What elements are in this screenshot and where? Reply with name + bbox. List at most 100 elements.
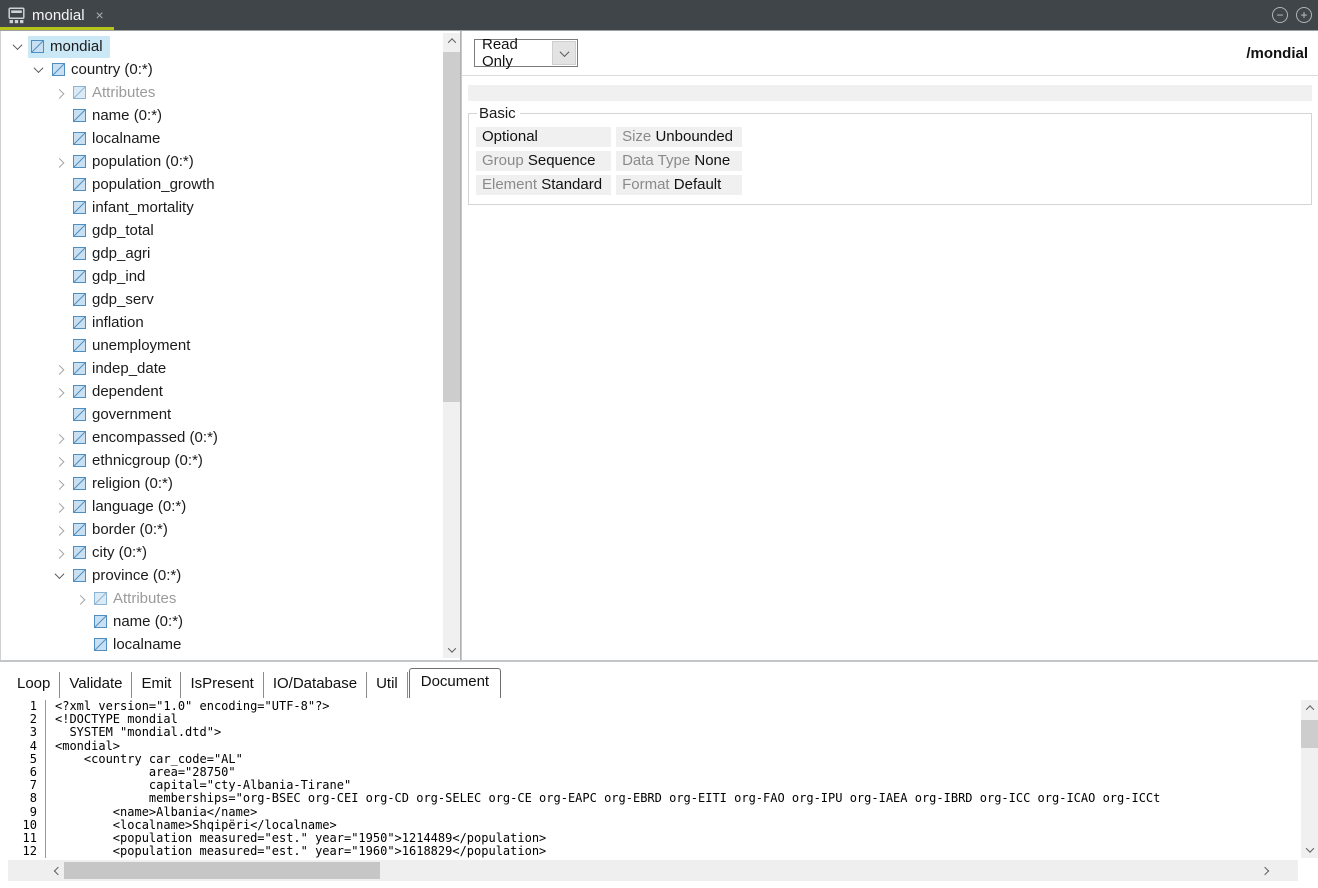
tree-item-indep_date[interactable]: indep_date	[1, 357, 442, 380]
chevron-right-icon[interactable]	[51, 384, 67, 400]
chevron-right-icon[interactable]	[51, 453, 67, 469]
tree-item-religion-0[interactable]: religion (0:*)	[1, 472, 442, 495]
field-optional[interactable]: Optional	[476, 127, 611, 147]
tab-validate[interactable]: Validate	[60, 672, 132, 698]
tree-item-body[interactable]: government	[70, 404, 178, 426]
tree-item-gdp_total[interactable]: gdp_total	[1, 219, 442, 242]
tree-item-body[interactable]: gdp_serv	[70, 289, 161, 311]
tree-item-country-0[interactable]: country (0:*)	[1, 58, 442, 81]
field-format[interactable]: Format Default	[616, 175, 742, 195]
tree-item-province-0[interactable]: province (0:*)	[1, 564, 442, 587]
close-tab-icon[interactable]: ×	[96, 8, 104, 22]
tree-item-body[interactable]: gdp_total	[70, 220, 161, 242]
tree-item-border-0[interactable]: border (0:*)	[1, 518, 442, 541]
tab-emit[interactable]: Emit	[132, 672, 181, 698]
tree-item-attributes[interactable]: Attributes	[1, 81, 442, 104]
scroll-up-icon[interactable]	[443, 33, 460, 49]
code-scrollbar-thumb[interactable]	[1301, 720, 1318, 748]
tree-item-dependent[interactable]: dependent	[1, 380, 442, 403]
tree-item-body[interactable]: localname	[70, 128, 167, 150]
tree-item-localname[interactable]: localname	[1, 127, 442, 150]
tree-item-body[interactable]: population (0:*)	[70, 151, 201, 173]
tree-item-population-0[interactable]: population (0:*)	[1, 150, 442, 173]
tab-util[interactable]: Util	[367, 672, 408, 698]
code-horizontal-scrollbar[interactable]	[0, 860, 1318, 882]
tree-item-encompassed-0[interactable]: encompassed (0:*)	[1, 426, 442, 449]
tree-item-language-0[interactable]: language (0:*)	[1, 495, 442, 518]
tree-item-population_growth[interactable]: population_growth	[1, 173, 442, 196]
tree-item-body[interactable]: country (0:*)	[49, 59, 160, 81]
tree-item-body[interactable]: name (0:*)	[91, 611, 190, 633]
code-line[interactable]: 3 SYSTEM "mondial.dtd">	[0, 726, 1299, 739]
field-size[interactable]: Size Unbounded	[616, 127, 742, 147]
chevron-right-icon[interactable]	[51, 361, 67, 377]
tab-document[interactable]: Document	[409, 668, 501, 698]
code-line[interactable]: 8 memberships="org-BSEC org-CEI org-CD o…	[0, 792, 1299, 805]
chevron-down-icon[interactable]	[9, 39, 25, 55]
tree-item-body[interactable]: unemployment	[70, 335, 197, 357]
chevron-down-icon[interactable]	[552, 41, 576, 65]
tree-item-unemployment[interactable]: unemployment	[1, 334, 442, 357]
tree-item-body[interactable]: name (0:*)	[70, 105, 169, 127]
tree-selection[interactable]: mondial	[28, 36, 110, 58]
chevron-right-icon[interactable]	[51, 85, 67, 101]
chevron-right-icon[interactable]	[51, 522, 67, 538]
field-group[interactable]: Group Sequence	[476, 151, 611, 171]
field-element[interactable]: Element Standard	[476, 175, 611, 195]
tree-item-body[interactable]: gdp_agri	[70, 243, 157, 265]
xml-document-view[interactable]: 1<?xml version="1.0" encoding="UTF-8"?>2…	[0, 700, 1299, 860]
tree-item-name-0[interactable]: name (0:*)	[1, 610, 442, 633]
tree-item-body[interactable]: localname	[91, 634, 188, 656]
tree-item-localname[interactable]: localname	[1, 633, 442, 656]
scroll-up-icon[interactable]	[1301, 700, 1318, 716]
tree-item-body[interactable]: Attributes	[70, 82, 162, 104]
field-data-type[interactable]: Data Type None	[616, 151, 742, 171]
tree-item-body[interactable]: Attributes	[91, 588, 183, 610]
tree-item-mondial[interactable]: mondial	[1, 35, 442, 58]
tree-item-government[interactable]: government	[1, 403, 442, 426]
tree-item-city-0[interactable]: city (0:*)	[1, 541, 442, 564]
scroll-down-icon[interactable]	[1301, 842, 1318, 858]
tree-item-body[interactable]: language (0:*)	[70, 496, 193, 518]
tree-item-body[interactable]: inflation	[70, 312, 151, 334]
chevron-right-icon[interactable]	[51, 545, 67, 561]
tree-item-gdp_agri[interactable]: gdp_agri	[1, 242, 442, 265]
mode-select[interactable]: Read Only	[474, 39, 578, 67]
code-line[interactable]: 5 <country car_code="AL"	[0, 753, 1299, 766]
tree-vertical-scrollbar[interactable]	[443, 33, 460, 658]
chevron-down-icon[interactable]	[51, 568, 67, 584]
scroll-right-icon[interactable]	[1256, 862, 1273, 879]
code-vertical-scrollbar[interactable]	[1301, 700, 1318, 858]
code-line[interactable]: 10 <localname>Shqipëri</localname>	[0, 819, 1299, 832]
tree-item-body[interactable]: province (0:*)	[70, 565, 188, 587]
chevron-down-icon[interactable]	[30, 62, 46, 78]
tree-item-attributes[interactable]: Attributes	[1, 587, 442, 610]
tree-scrollbar-thumb[interactable]	[443, 52, 460, 402]
tree-item-body[interactable]: encompassed (0:*)	[70, 427, 225, 449]
document-tab-mondial[interactable]: mondial ×	[0, 0, 114, 30]
tree-item-body[interactable]: infant_mortality	[70, 197, 201, 219]
zoom-out-icon[interactable]: −	[1272, 7, 1288, 23]
tree-item-body[interactable]: dependent	[70, 381, 170, 403]
tree-item-ethnicgroup-0[interactable]: ethnicgroup (0:*)	[1, 449, 442, 472]
zoom-in-icon[interactable]: +	[1296, 7, 1312, 23]
tree-item-infant_mortality[interactable]: infant_mortality	[1, 196, 442, 219]
tree-item-gdp_serv[interactable]: gdp_serv	[1, 288, 442, 311]
chevron-right-icon[interactable]	[51, 154, 67, 170]
hscroll-thumb[interactable]	[64, 862, 380, 879]
tree-item-body[interactable]: religion (0:*)	[70, 473, 180, 495]
tree-item-body[interactable]: population_growth	[70, 174, 222, 196]
scroll-down-icon[interactable]	[443, 642, 460, 658]
chevron-right-icon[interactable]	[72, 591, 88, 607]
chevron-right-icon[interactable]	[51, 430, 67, 446]
tab-io-database[interactable]: IO/Database	[264, 672, 367, 698]
tree-item-inflation[interactable]: inflation	[1, 311, 442, 334]
tree-item-body[interactable]: indep_date	[70, 358, 173, 380]
tree-item-body[interactable]: city (0:*)	[70, 542, 154, 564]
tree-item-body[interactable]: border (0:*)	[70, 519, 175, 541]
tab-loop[interactable]: Loop	[8, 672, 60, 698]
chevron-right-icon[interactable]	[51, 499, 67, 515]
tree-item-gdp_ind[interactable]: gdp_ind	[1, 265, 442, 288]
tab-ispresent[interactable]: IsPresent	[181, 672, 263, 698]
code-line[interactable]: 12 <population measured="est." year="196…	[0, 845, 1299, 858]
